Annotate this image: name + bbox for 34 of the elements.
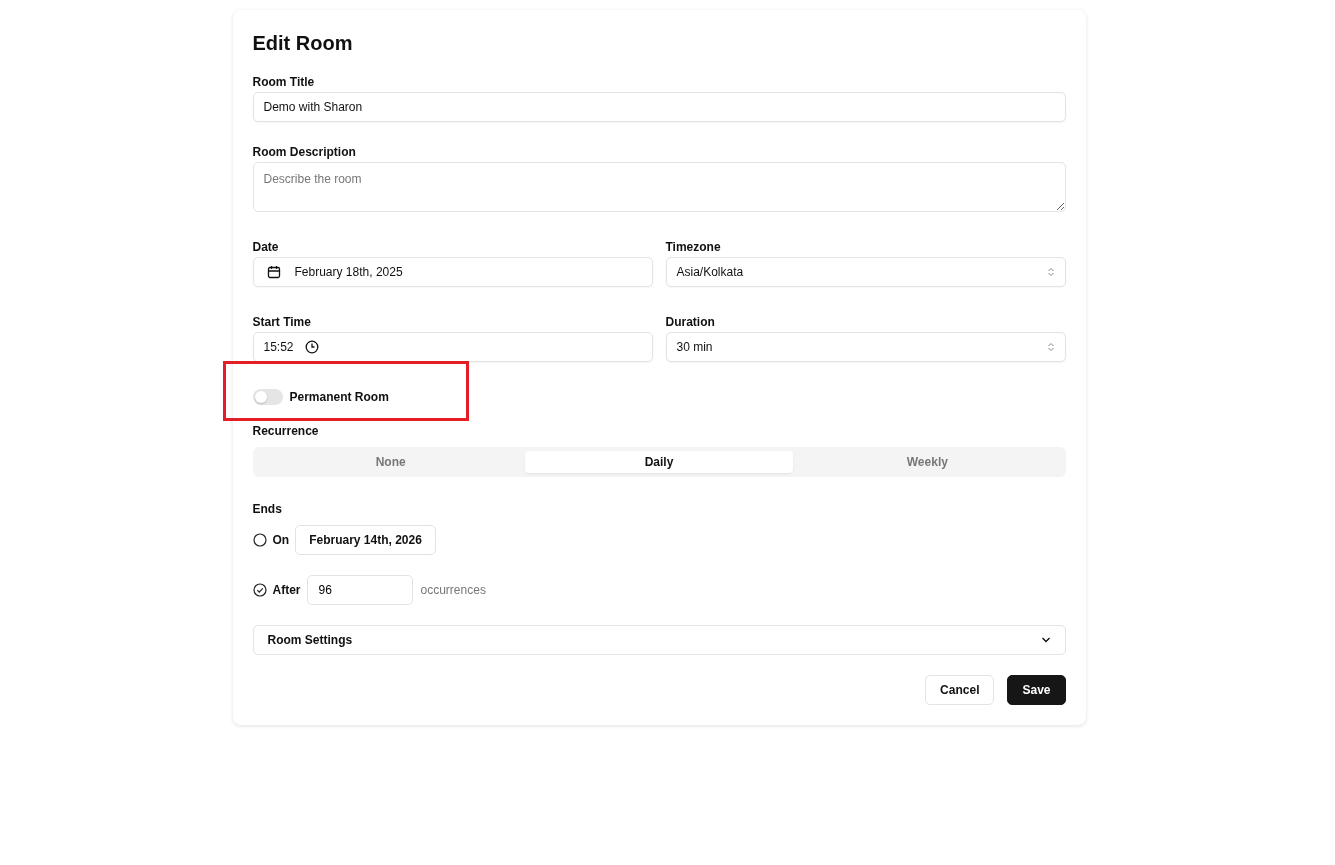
date-picker[interactable]: February 18th, 2025 <box>252 257 653 287</box>
checked-radio-icon[interactable] <box>252 583 267 597</box>
select-field[interactable]: 30 min <box>665 332 1066 362</box>
toggle-switch[interactable] <box>252 389 283 405</box>
chevron-up-down-icon <box>1046 267 1055 277</box>
field-label: Room Title <box>252 75 316 89</box>
segment-tab[interactable]: None <box>256 451 525 473</box>
number-field[interactable]: 96 <box>306 575 413 605</box>
text-area[interactable]: Describe the room <box>252 162 1066 212</box>
save-button[interactable]: Save <box>1007 675 1066 705</box>
time-field[interactable]: 15:52 <box>252 332 653 362</box>
calendar-icon <box>266 265 281 279</box>
segment-tab[interactable]: Daily <box>524 451 794 473</box>
toggle-label: Permanent Room <box>289 390 389 404</box>
field-label: Timezone <box>665 240 722 254</box>
select-field[interactable]: Asia/Kolkata <box>665 257 1066 287</box>
field-label: Room Description <box>252 145 357 159</box>
option-label: On <box>272 533 290 547</box>
date-button[interactable]: February 14th, 2026 <box>295 525 436 555</box>
section-label: Ends <box>252 502 283 516</box>
clock-icon <box>304 340 319 354</box>
section-label: Recurrence <box>252 424 320 438</box>
accordion-header[interactable]: Room Settings <box>252 625 1066 655</box>
chevron-up-down-icon <box>1046 342 1055 352</box>
input-field[interactable]: Demo with Sharon <box>252 92 1066 122</box>
option-label: After <box>272 583 301 597</box>
segment-tab[interactable]: Weekly <box>793 451 1062 473</box>
dialog-title: Edit Room <box>252 32 354 55</box>
field-label: Start Time <box>252 315 312 329</box>
unit-label: occurrences <box>420 583 486 597</box>
field-label: Date <box>252 240 280 254</box>
cancel-button[interactable]: Cancel <box>925 675 995 705</box>
field-label: Duration <box>665 315 716 329</box>
radio-button[interactable] <box>252 533 267 547</box>
